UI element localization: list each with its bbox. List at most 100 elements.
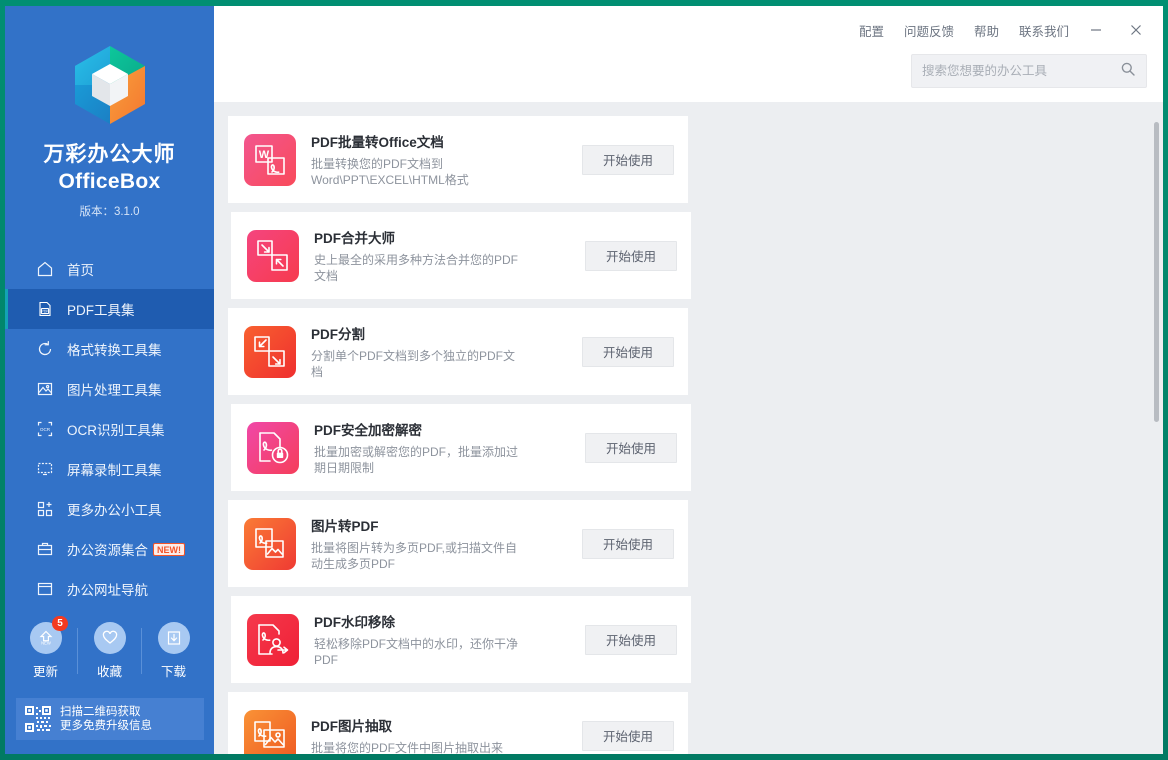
sidebar-item-label: OCR识别工具集 [67, 419, 165, 439]
tool-card[interactable]: PDF分割分割单个PDF文档到多个独立的PDF文档开始使用 [228, 308, 688, 395]
tool-card-description: 批量转换您的PDF文档到Word\PPT\EXCEL\HTML格式 [311, 156, 526, 188]
sidebar-item-office-resources[interactable]: 办公资源集合 NEW! [5, 529, 214, 569]
tool-card-title: PDF水印移除 [314, 611, 577, 631]
quick-action-label: 更新 [14, 661, 77, 680]
sidebar-item-format-convert[interactable]: 格式转换工具集 [5, 329, 214, 369]
quick-action-label: 下载 [142, 661, 205, 680]
tool-card-text: PDF图片抽取批量将您的PDF文件中图片抽取出来 [311, 715, 582, 754]
tool-card-text: 图片转PDF 批量将图片转为多页PDF,或扫描文件自动生成多页PDF [311, 515, 582, 572]
top-link-help[interactable]: 帮助 [974, 21, 999, 40]
qr-code-icon [24, 705, 52, 733]
window-frame: 万彩办公大师 OfficeBox 版本：3.1.0 首页 PDF [0, 0, 1168, 760]
app-window: 万彩办公大师 OfficeBox 版本：3.1.0 首页 PDF [5, 6, 1163, 754]
sidebar-item-ocr[interactable]: OCR OCR识别工具集 [5, 409, 214, 449]
start-using-button[interactable]: 开始使用 [582, 529, 674, 559]
sidebar: 万彩办公大师 OfficeBox 版本：3.1.0 首页 PDF [5, 6, 214, 754]
tool-card[interactable]: PDF安全加密解密批量加密或解密您的PDF，批量添加过期日期限制开始使用 [231, 404, 691, 491]
minimize-icon[interactable] [1083, 19, 1109, 41]
search-input[interactable] [922, 64, 1120, 78]
start-using-button[interactable]: 开始使用 [582, 721, 674, 751]
qr-upgrade-banner[interactable]: 扫描二维码获取 更多免费升级信息 [16, 698, 204, 740]
quick-action-favorite[interactable]: 收藏 [78, 622, 141, 680]
tool-card-grid: W PDF批量转Office文档批量转换您的PDF文档到Word\PPT\EXC… [214, 102, 1163, 754]
tool-card-description: 批量将您的PDF文件中图片抽取出来 [311, 740, 526, 754]
sidebar-item-home[interactable]: 首页 [5, 249, 214, 289]
watermark-remove-icon [247, 614, 299, 666]
tool-card[interactable]: W PDF批量转Office文档批量转换您的PDF文档到Word\PPT\EXC… [228, 116, 688, 203]
pdf-file-icon: PDF [35, 300, 54, 319]
start-using-button[interactable]: 开始使用 [582, 337, 674, 367]
briefcase-icon [35, 540, 54, 559]
tool-card-area[interactable]: W PDF批量转Office文档批量转换您的PDF文档到Word\PPT\EXC… [214, 102, 1163, 754]
sidebar-item-screen-record[interactable]: 屏幕录制工具集 [5, 449, 214, 489]
svg-text:PDF: PDF [41, 310, 49, 314]
brand-name-en: OfficeBox [5, 170, 214, 194]
sidebar-item-pdf-tools[interactable]: PDF PDF工具集 [5, 289, 214, 329]
tool-card-description: 批量将图片转为多页PDF,或扫描文件自动生成多页PDF [311, 540, 526, 572]
top-nav-links: 配置 问题反馈 帮助 联系我们 [839, 19, 1149, 41]
quick-action-update[interactable]: NEW 5 更新 [14, 622, 77, 680]
word-pdf-convert-icon: W [244, 134, 296, 186]
top-link-feedback[interactable]: 问题反馈 [904, 21, 954, 40]
tool-card[interactable]: 图片转PDF 批量将图片转为多页PDF,或扫描文件自动生成多页PDF 开始使用 [228, 500, 688, 587]
image-picture-icon [35, 380, 54, 399]
brand-name-cn: 万彩办公大师 [5, 138, 214, 168]
refresh-convert-icon [35, 340, 54, 359]
heart-icon [94, 622, 126, 654]
tool-card-title: PDF安全加密解密 [314, 419, 577, 439]
update-count-badge: 5 [52, 616, 68, 631]
tool-card[interactable]: PDF水印移除轻松移除PDF文档中的水印，还你干净PDF开始使用 [231, 596, 691, 683]
sidebar-item-label: 图片处理工具集 [67, 379, 162, 399]
tool-card-text: PDF分割分割单个PDF文档到多个独立的PDF文档 [311, 323, 582, 380]
brand-block: 万彩办公大师 OfficeBox 版本：3.1.0 [5, 6, 214, 219]
extract-image-icon [244, 710, 296, 755]
tool-card-text: PDF合并大师史上最全的采用多种方法合并您的PDF文档 [314, 227, 585, 284]
qr-banner-text: 扫描二维码获取 更多免费升级信息 [60, 705, 152, 733]
svg-text:NEW: NEW [41, 640, 51, 645]
top-bar: 配置 问题反馈 帮助 联系我们 [214, 6, 1163, 102]
pdf-lock-icon [247, 422, 299, 474]
start-using-button[interactable]: 开始使用 [582, 145, 674, 175]
quick-action-download[interactable]: 下载 [142, 622, 205, 680]
search-icon[interactable] [1120, 61, 1136, 82]
grid-plus-icon [35, 500, 54, 519]
close-icon[interactable] [1123, 19, 1149, 41]
qr-banner-line2: 更多免费升级信息 [60, 719, 152, 733]
sidebar-nav: 首页 PDF PDF工具集 [5, 249, 214, 609]
quick-actions: NEW 5 更新 收藏 [5, 622, 214, 680]
sidebar-item-label: 屏幕录制工具集 [67, 459, 162, 479]
tool-card-description: 批量加密或解密您的PDF，批量添加过期日期限制 [314, 444, 529, 476]
start-using-button[interactable]: 开始使用 [585, 433, 677, 463]
tool-card-title: 图片转PDF [311, 515, 574, 535]
hexagon-cube-logo-icon [71, 42, 149, 128]
image-to-pdf-icon [244, 518, 296, 570]
top-link-config[interactable]: 配置 [859, 21, 884, 40]
tool-card-title: PDF图片抽取 [311, 715, 574, 735]
tool-card-title: PDF批量转Office文档 [311, 131, 574, 151]
tool-card-title: PDF合并大师 [314, 227, 577, 247]
tool-card-text: PDF批量转Office文档批量转换您的PDF文档到Word\PPT\EXCEL… [311, 131, 582, 188]
browser-window-icon [35, 580, 54, 599]
sidebar-item-label: 格式转换工具集 [67, 339, 162, 359]
search-box[interactable] [911, 54, 1147, 88]
start-using-button[interactable]: 开始使用 [585, 625, 677, 655]
start-using-button[interactable]: 开始使用 [585, 241, 677, 271]
tool-card[interactable]: PDF合并大师史上最全的采用多种方法合并您的PDF文档开始使用 [231, 212, 691, 299]
sidebar-item-more-tools[interactable]: 更多办公小工具 [5, 489, 214, 529]
tool-card-title: PDF分割 [311, 323, 574, 343]
tool-card-text: PDF安全加密解密批量加密或解密您的PDF，批量添加过期日期限制 [314, 419, 585, 476]
top-link-contact-us[interactable]: 联系我们 [1019, 21, 1069, 40]
quick-action-label: 收藏 [78, 661, 141, 680]
tool-card-text: PDF水印移除轻松移除PDF文档中的水印，还你干净PDF [314, 611, 585, 668]
new-badge: NEW! [153, 543, 185, 556]
tool-card[interactable]: PDF图片抽取批量将您的PDF文件中图片抽取出来开始使用 [228, 692, 688, 754]
monitor-record-icon [35, 460, 54, 479]
download-icon [158, 622, 190, 654]
sidebar-item-image-process[interactable]: 图片处理工具集 [5, 369, 214, 409]
split-arrows-icon [244, 326, 296, 378]
scrollbar-thumb[interactable] [1154, 122, 1159, 422]
qr-banner-line1: 扫描二维码获取 [60, 705, 152, 719]
sidebar-item-label: PDF工具集 [67, 299, 135, 319]
sidebar-item-web-nav[interactable]: 办公网址导航 [5, 569, 214, 609]
tool-card-description: 轻松移除PDF文档中的水印，还你干净PDF [314, 636, 529, 668]
